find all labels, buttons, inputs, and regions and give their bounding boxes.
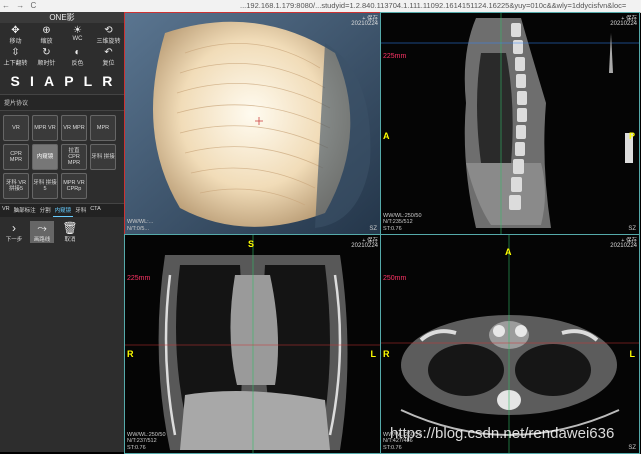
cancel-button[interactable]: 🗑 取消 xyxy=(58,221,82,243)
orientation-right: L xyxy=(629,349,636,359)
viewport-info: WW/WL:... N/T:0/5... xyxy=(127,219,154,232)
sidebar: ONE影 ✥ 移动 ⊕ 缩放 ☀ WC ⟲ 三维旋转 ⇳ 上下翻转 ↻ 顺时针 ◐ 反色 ↶ 复… xyxy=(0,12,124,452)
protocol-dental-stitch[interactable]: 牙科 拼接 xyxy=(90,144,116,170)
orientation-l-button[interactable]: L xyxy=(84,73,94,89)
draw-path-button[interactable]: ⤳ 画路线 xyxy=(30,221,54,243)
reset-tool[interactable]: ↶ 复位 xyxy=(93,47,124,69)
endoscopy-viewport[interactable]: + 保存 20210224 WW/WL:... N/T:0/5... SZ xyxy=(124,12,381,235)
protocol-dental-stitch5[interactable]: 牙科 拼接5 xyxy=(32,173,58,199)
orientation-left: R xyxy=(383,349,390,359)
endoscopy-render xyxy=(125,13,380,234)
orientation-a-button[interactable]: A xyxy=(44,73,55,89)
orientation-p-button[interactable]: P xyxy=(64,73,74,89)
endoscopy-tools: › 下一步 ⤳ 画路线 🗑 取消 xyxy=(0,217,124,247)
rotate-3d-icon: ⟲ xyxy=(104,25,113,36)
study-date: 20210224 xyxy=(351,21,378,27)
viewport-info: WW/WL:250/50 N/T:237/512 ST:0.76 xyxy=(127,431,166,451)
axial-viewport[interactable]: + 保存 20210224 250mm A R L WW/WL:250/50 N/… xyxy=(380,234,640,454)
watermark: https://blog.csdn.net/rendawei636 xyxy=(390,425,615,442)
tab-dental[interactable]: 牙科 xyxy=(73,204,88,217)
protocol-vr[interactable]: VR xyxy=(3,115,29,141)
study-date: 20210224 xyxy=(351,243,378,249)
trash-icon: 🗑 xyxy=(62,221,78,235)
path-icon: ⤳ xyxy=(37,221,47,235)
tab-cta[interactable]: CTA xyxy=(88,204,103,217)
rotate-3d-tool[interactable]: ⟲ 三维旋转 xyxy=(93,25,124,47)
brightness-icon: ☀ xyxy=(73,25,82,36)
protocol-cpr-mpr[interactable]: CPR MPR xyxy=(3,144,29,170)
protocol-mpr-vr[interactable]: MPR VR xyxy=(32,115,58,141)
zoom-icon: ⊕ xyxy=(42,25,51,36)
move-icon: ✥ xyxy=(11,25,20,36)
orientation-right: L xyxy=(370,349,377,359)
tab-brain-annotation[interactable]: 脑部标注 xyxy=(12,204,38,217)
invert-tool[interactable]: ◐ 反色 xyxy=(62,47,93,69)
orientation-r-button[interactable]: R xyxy=(102,73,113,89)
viewport-info: WW/WL:250/50 N/T:427/486 ST:0.76 xyxy=(383,431,422,451)
protocol-mpr[interactable]: MPR xyxy=(90,115,116,141)
coronal-ct-image xyxy=(125,235,380,453)
orientation-top: A xyxy=(505,247,512,257)
scale-label: 250mm xyxy=(383,275,407,282)
next-step-button[interactable]: › 下一步 xyxy=(2,221,26,243)
tab-segmentation[interactable]: 分割 xyxy=(38,204,53,217)
scale-label: 225mm xyxy=(127,275,151,282)
browser-nav-icons[interactable]: ← → C xyxy=(2,1,38,10)
zoom-tool[interactable]: ⊕ 缩放 xyxy=(31,25,62,47)
orientation-left: R xyxy=(127,349,134,359)
move-tool[interactable]: ✥ 移动 xyxy=(0,25,31,47)
protocol-grid: VR MPR VR VR MPR MPR CPR MPR 内窥镜 拉直 CPR … xyxy=(0,111,124,203)
window-level-tool[interactable]: ☀ WC xyxy=(62,25,93,47)
invert-icon: ◐ xyxy=(74,47,81,58)
toolbar: ✥ 移动 ⊕ 缩放 ☀ WC ⟲ 三维旋转 ⇳ 上下翻转 ↻ 顺时针 ◐ 反色 ↶ 复位 xyxy=(0,23,124,71)
orientation-s-button[interactable]: S xyxy=(11,73,21,89)
sz-label: SZ xyxy=(369,226,377,232)
protocol-straight-cpr-mpr[interactable]: 拉直 CPR MPR xyxy=(61,144,87,170)
study-date: 20210224 xyxy=(610,21,637,27)
sagittal-viewport[interactable]: + 保存 20210224 225mm A P WW/WL:250/50 N/T:… xyxy=(380,12,640,235)
orientation-top: S xyxy=(248,239,255,249)
chevron-right-icon: › xyxy=(12,221,16,235)
orientation-letters: S I A P L R xyxy=(0,71,124,91)
tab-endoscopy[interactable]: 内窥镜 xyxy=(52,204,74,217)
coronal-viewport[interactable]: + 保存 20210224 225mm S R L WW/WL:250/50 N/… xyxy=(124,234,381,454)
undo-icon: ↶ xyxy=(104,47,113,58)
orientation-right: P xyxy=(628,131,635,141)
protocol-vr-mpr[interactable]: VR MPR xyxy=(61,115,87,141)
axial-ct-image xyxy=(381,235,639,453)
protocol-mpr-vr-cprp[interactable]: MPR VR CPRp xyxy=(61,173,87,199)
app-title: ONE影 xyxy=(0,12,124,23)
flip-vertical-tool[interactable]: ⇳ 上下翻转 xyxy=(0,47,31,69)
orientation-left: A xyxy=(383,131,390,141)
sagittal-ct-image xyxy=(381,13,639,234)
orientation-i-button[interactable]: I xyxy=(30,73,35,89)
sz-label: SZ xyxy=(628,445,636,451)
study-date: 20210224 xyxy=(610,243,637,249)
tab-vr[interactable]: VR xyxy=(0,204,12,217)
scale-label: 225mm xyxy=(383,53,407,60)
protocol-dental-vr-stitch5[interactable]: 牙科 VR 拼接5 xyxy=(3,173,29,199)
mode-tabs: VR 脑部标注 分割 内窥镜 牙科 CTA xyxy=(0,203,124,217)
rotate-clockwise-icon: ↻ xyxy=(42,47,51,58)
sz-label: SZ xyxy=(628,226,636,232)
rotate-clockwise-tool[interactable]: ↻ 顺时针 xyxy=(31,47,62,69)
flip-vertical-icon: ⇳ xyxy=(11,47,20,58)
protocol-section-label: 提片协议 xyxy=(0,94,124,111)
viewport-info: WW/WL:250/50 N/T:235/512 ST:0.76 xyxy=(383,212,422,232)
address-url[interactable]: ...192.168.1.179:8080/...studyid=1.2.840… xyxy=(240,1,626,10)
protocol-endoscopy[interactable]: 内窥镜 xyxy=(32,144,58,170)
